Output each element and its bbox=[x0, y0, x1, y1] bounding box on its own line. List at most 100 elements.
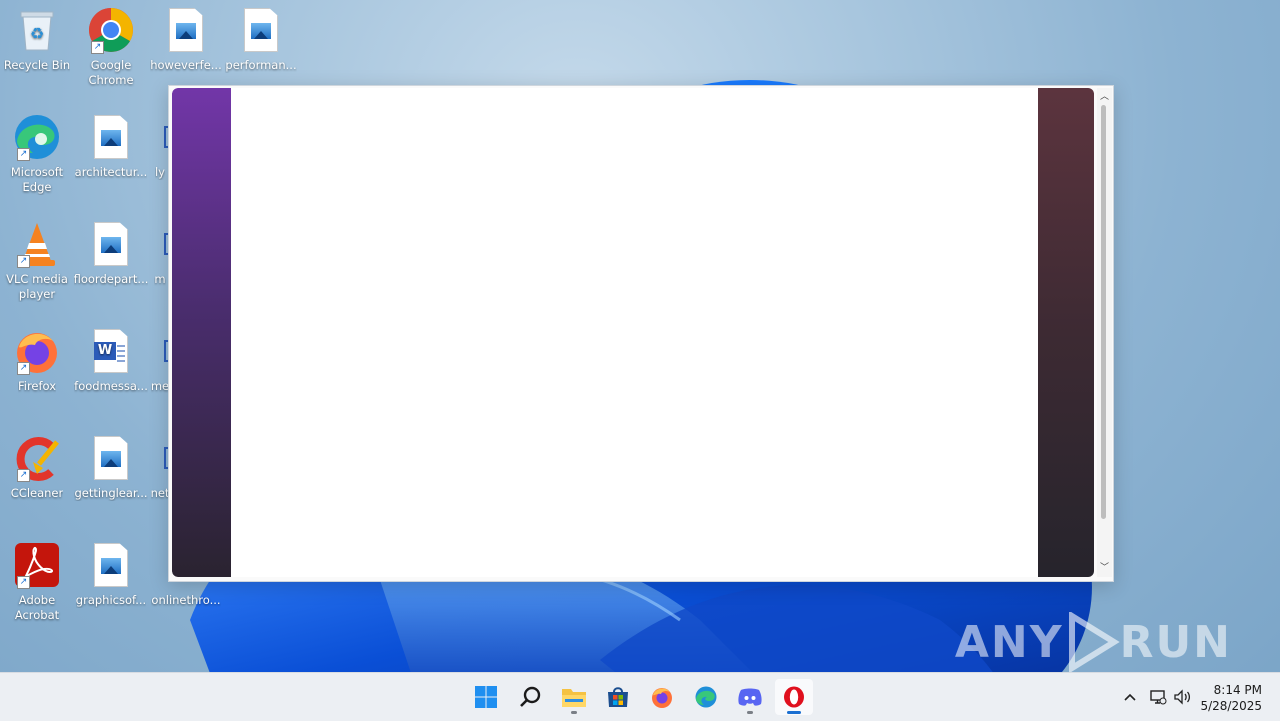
desktop-icon-file[interactable]: floordepart... bbox=[73, 220, 149, 287]
edge-icon bbox=[695, 686, 717, 708]
desktop-icon-label: Firefox bbox=[17, 379, 57, 393]
taskbar-firefox[interactable] bbox=[643, 679, 681, 715]
taskbar-start-button[interactable] bbox=[467, 679, 505, 715]
desktop-icon-ccleaner[interactable]: ↗ CCleaner bbox=[1, 434, 73, 501]
desktop-icon-file[interactable]: me bbox=[150, 327, 170, 394]
popup-content bbox=[172, 88, 1094, 577]
acrobat-icon: ↗ bbox=[13, 541, 61, 589]
desktop-icon-label: Recycle Bin bbox=[3, 58, 71, 72]
desktop-icon-label: Adobe Acrobat bbox=[14, 593, 60, 622]
ccleaner-icon: ↗ bbox=[13, 434, 61, 482]
image-file-icon bbox=[87, 113, 135, 161]
edge-icon: ↗ bbox=[13, 113, 61, 161]
desktop-icon-label: onlinethro... bbox=[151, 593, 221, 607]
desktop-icon-label: howeverfe... bbox=[150, 58, 222, 72]
desktop-icon-label: gettinglear... bbox=[74, 486, 148, 500]
svg-text:♻: ♻ bbox=[30, 24, 44, 43]
search-icon bbox=[520, 686, 541, 707]
word-file-icon: W bbox=[87, 327, 135, 375]
shortcut-arrow-icon: ↗ bbox=[17, 362, 30, 375]
discord-icon bbox=[738, 688, 762, 706]
desktop-icon-recycle-bin[interactable]: ♻ Recycle Bin bbox=[1, 6, 73, 73]
desktop-icon-file[interactable]: net bbox=[150, 434, 170, 501]
image-file-icon bbox=[237, 6, 285, 54]
word-file-icon bbox=[150, 327, 170, 375]
scroll-down-icon[interactable]: ﹀ bbox=[1097, 561, 1112, 575]
desktop-icon-label: net bbox=[150, 486, 170, 500]
desktop-icon-microsoft-edge[interactable]: ↗ Microsoft Edge bbox=[1, 113, 73, 195]
shortcut-arrow-icon: ↗ bbox=[91, 41, 104, 54]
chrome-icon: ↗ bbox=[87, 6, 135, 54]
desktop-icon-file[interactable]: howeverfe... bbox=[150, 6, 222, 73]
popup-right-band bbox=[1038, 88, 1094, 577]
shortcut-arrow-icon: ↗ bbox=[17, 148, 30, 161]
desktop-icon-label: Microsoft Edge bbox=[10, 165, 64, 194]
vertical-scrollbar[interactable]: ︿ ﹀ bbox=[1097, 88, 1112, 577]
watermark-text-left: ANY bbox=[954, 616, 1064, 668]
desktop-icon-label: VLC media player bbox=[6, 272, 68, 301]
network-icon bbox=[1150, 690, 1167, 705]
desktop-icon-file[interactable]: graphicsof... bbox=[75, 541, 147, 608]
anyrun-watermark: ANY RUN bbox=[955, 612, 1232, 672]
desktop-icon-file[interactable]: architectur... bbox=[75, 113, 147, 180]
show-hidden-icons-button[interactable] bbox=[1119, 673, 1141, 721]
desktop-icon-label: foodmessa... bbox=[74, 379, 148, 393]
shortcut-arrow-icon: ↗ bbox=[17, 255, 30, 268]
word-file-icon bbox=[150, 220, 170, 268]
shortcut-arrow-icon: ↗ bbox=[17, 469, 30, 482]
taskbar-opera[interactable] bbox=[775, 679, 813, 715]
desktop-icon-label: ly bbox=[154, 165, 165, 179]
network-status-button[interactable] bbox=[1146, 673, 1170, 721]
recycle-bin-icon: ♻ bbox=[13, 6, 61, 54]
desktop-icon-file[interactable]: performan... bbox=[225, 6, 297, 73]
active-indicator bbox=[787, 711, 801, 714]
folder-icon bbox=[562, 689, 586, 707]
running-indicator bbox=[747, 711, 753, 714]
word-file-icon bbox=[150, 434, 170, 482]
image-file-icon bbox=[87, 434, 135, 482]
desktop-icon-google-chrome[interactable]: ↗ Google Chrome bbox=[75, 6, 147, 88]
clock-time: 8:14 PM bbox=[1213, 683, 1262, 697]
firefox-icon bbox=[652, 688, 672, 708]
desktop-icon-label: performan... bbox=[225, 58, 297, 72]
image-file-icon bbox=[162, 6, 210, 54]
desktop-icon-label: Google Chrome bbox=[88, 58, 134, 87]
clock-date: 5/28/2025 bbox=[1200, 699, 1262, 713]
popup-left-band bbox=[172, 88, 231, 577]
desktop-icon-vlc[interactable]: ↗ VLC media player bbox=[1, 220, 73, 302]
watermark-text-right: RUN bbox=[1119, 616, 1232, 668]
taskbar-search-button[interactable] bbox=[511, 679, 549, 715]
desktop-icon-label: floordepart... bbox=[73, 272, 149, 286]
desktop-icon-label: graphicsof... bbox=[75, 593, 147, 607]
taskbar-clock[interactable]: 8:14 PM 5/28/2025 bbox=[1200, 682, 1262, 714]
desktop-icon-firefox[interactable]: ↗ Firefox bbox=[1, 327, 73, 394]
opera-icon bbox=[784, 686, 804, 708]
desktop-icon-label: m bbox=[154, 272, 166, 286]
taskbar-microsoft-edge[interactable] bbox=[687, 679, 725, 715]
windows-logo-icon bbox=[475, 686, 497, 708]
shortcut-arrow-icon: ↗ bbox=[17, 576, 30, 589]
image-file-icon bbox=[87, 220, 135, 268]
desktop-icon-file[interactable]: gettinglear... bbox=[74, 434, 148, 501]
chevron-up-icon bbox=[1124, 693, 1136, 701]
taskbar-file-explorer[interactable] bbox=[555, 679, 593, 715]
desktop-icon-label: me bbox=[150, 379, 170, 393]
desktop-icon-file[interactable]: ly bbox=[150, 113, 170, 180]
taskbar-microsoft-store[interactable] bbox=[599, 679, 637, 715]
desktop-icon-file[interactable]: m bbox=[150, 220, 170, 287]
vlc-icon: ↗ bbox=[13, 220, 61, 268]
taskbar-discord[interactable] bbox=[731, 679, 769, 715]
volume-button[interactable] bbox=[1171, 673, 1193, 721]
word-file-icon bbox=[150, 113, 170, 161]
running-indicator bbox=[571, 711, 577, 714]
store-icon bbox=[608, 687, 628, 707]
play-logo-icon bbox=[1068, 612, 1120, 672]
desktop-icon-adobe-acrobat[interactable]: ↗ Adobe Acrobat bbox=[1, 541, 73, 623]
desktop-icon-word-file[interactable]: W foodmessa... bbox=[74, 327, 148, 394]
image-file-icon bbox=[87, 541, 135, 589]
scrollbar-thumb[interactable] bbox=[1101, 105, 1106, 519]
popup-window[interactable]: ︿ ﹀ bbox=[168, 85, 1114, 582]
scroll-up-icon[interactable]: ︿ bbox=[1097, 90, 1112, 104]
speaker-icon bbox=[1174, 689, 1191, 705]
desktop-icon-label: architectur... bbox=[74, 165, 148, 179]
